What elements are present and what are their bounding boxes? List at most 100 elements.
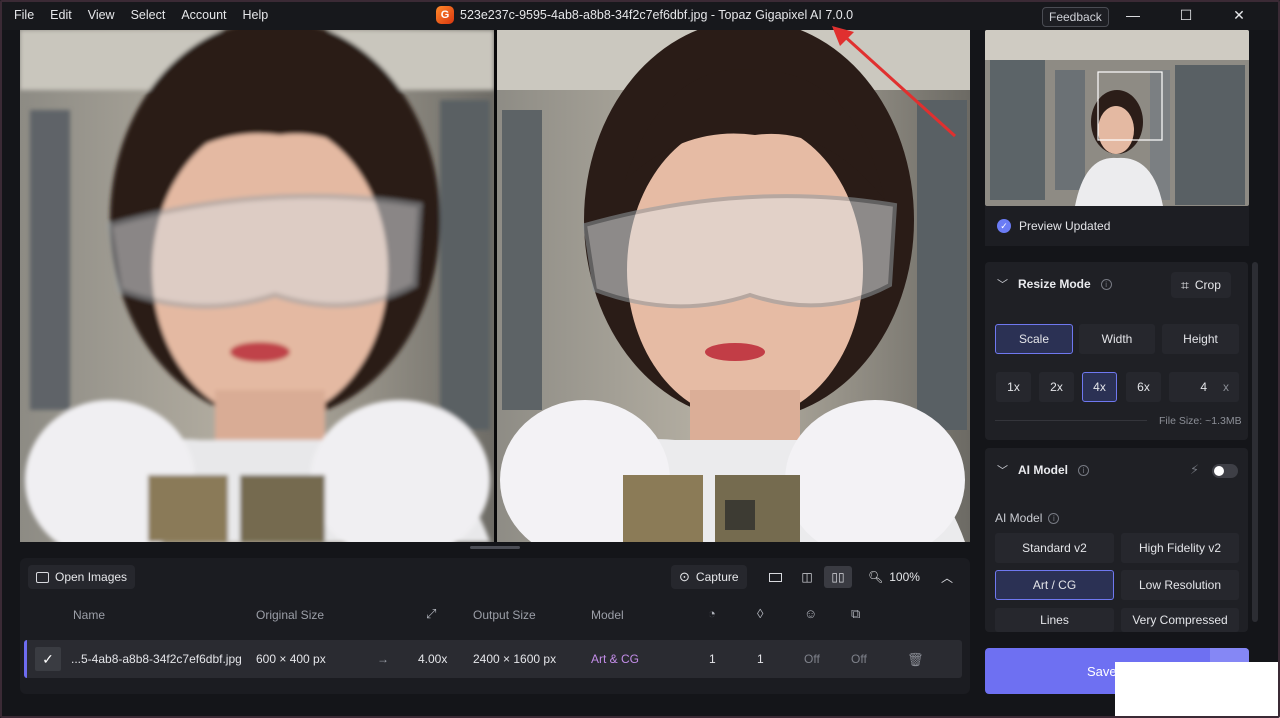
model-low-resolution[interactable]: Low Resolution [1121,570,1239,600]
enhanced-image [497,30,970,542]
resize-mode-title: Resize Mode [1018,277,1091,291]
navigator-image [985,30,1249,206]
maximize-button[interactable]: ☐ [1171,4,1201,26]
toggle-knob [1214,466,1224,476]
camera-icon: ⊙ [679,569,690,584]
output-size-value: 2400 × 1600 px [473,652,557,666]
menu-account[interactable]: Account [173,8,234,22]
info-icon: i [1100,278,1112,290]
side-by-side-toggle[interactable]: ▯▯ [824,566,852,588]
chevron-up-icon: ︿ [940,570,953,585]
close-button[interactable]: ✕ [1224,4,1254,26]
scale-4x[interactable]: 4x [1082,372,1117,402]
custom-scale-unit: x [1223,380,1229,394]
open-images-button[interactable]: Open Images [28,565,136,589]
side-by-side-icon: ▯▯ [831,570,845,584]
original-preview[interactable] [20,30,494,542]
col-header-original-size[interactable]: Original Size [256,608,324,622]
scale-6x[interactable]: 6x [1126,372,1161,402]
zoom-icon: 🔍︎ [868,570,884,584]
window-title: 523e237c-9595-4ab8-a8b8-34f2c7ef6dbf.jpg… [460,8,854,22]
zoom-control[interactable]: 🔍︎ 100% [860,565,928,589]
arrow-right-icon: → [377,652,389,666]
ai-model-subtitle: AI Model [995,511,1043,525]
crop-icon: ⌗ [1181,276,1189,293]
model-value: Art & CG [591,652,640,666]
original-image [20,30,494,542]
trash-icon[interactable]: 🗑︎ [907,652,924,668]
model-very-compressed[interactable]: Very Compressed [1121,608,1239,632]
minimize-button[interactable]: — [1118,4,1148,26]
chevron-down-icon: ﹀ [997,279,1008,291]
zoom-value: 100% [889,570,920,584]
single-view-toggle[interactable] [761,566,789,588]
capture-label: Capture [695,570,739,584]
navigator-thumbnail[interactable] [985,30,1249,206]
col-header-name[interactable]: Name [73,608,105,622]
settings-scrollbar[interactable] [1252,262,1258,622]
file-size-text: File Size: ~1.3MB [1159,415,1242,427]
menu-view[interactable]: View [80,8,123,22]
open-images-label: Open Images [55,570,128,584]
model-lines[interactable]: Lines [995,608,1114,632]
adjustments-icon: ⧉ [851,606,861,621]
denoise-icon: ◔ [708,606,716,621]
crop-button[interactable]: ⌗ Crop [1171,272,1231,298]
title-bar: File Edit View Select Account Help G 523… [0,0,1280,30]
capture-button[interactable]: ⊙ Capture [671,565,747,589]
preview-status: ✓ Preview Updated [985,206,1249,246]
image-add-icon [36,571,49,583]
scale-1x[interactable]: 1x [996,372,1031,402]
custom-scale-value: 4 [1200,380,1207,394]
chevron-down-icon: ﹀ [997,465,1008,477]
ai-model-subheader: AI Model i [995,511,1060,525]
face-recovery-value: Off [804,652,820,666]
original-size-value: 600 × 400 px [256,652,326,666]
save-label: Save [1087,663,1117,679]
model-art-cg[interactable]: Art / CG [995,570,1114,600]
overlay-box [1115,662,1280,718]
ai-model-title: AI Model [1018,463,1068,477]
preview-status-text: Preview Updated [1019,219,1111,233]
sharpen-value: 1 [757,652,764,666]
collapse-panel-button[interactable]: ︿ [933,566,961,588]
menu-help[interactable]: Help [235,8,277,22]
table-row[interactable]: ✓ ...5-4ab8-a8b8-34f2c7ef6dbf.jpg 600 × … [24,640,962,678]
scale-value: 4.00x [418,652,448,666]
info-icon: i [1078,464,1089,476]
model-high-fidelity-v2[interactable]: High Fidelity v2 [1121,533,1239,563]
mode-height[interactable]: Height [1162,324,1239,354]
enhanced-preview[interactable] [497,30,970,542]
menu-file[interactable]: File [6,8,42,22]
split-view-toggle[interactable]: ◫ [793,566,821,588]
window-title-group: G 523e237c-9595-4ab8-a8b8-34f2c7ef6dbf.j… [436,6,853,24]
ai-model-toggle[interactable] [1212,464,1238,478]
lightning-icon: ⚡︎ [1190,462,1200,477]
mode-width[interactable]: Width [1079,324,1155,354]
ai-model-header[interactable]: ﹀ AI Model i [985,448,1248,492]
face-recovery-icon: ☺ [804,606,818,621]
info-icon: i [1048,512,1060,524]
menu-edit[interactable]: Edit [42,8,80,22]
col-header-model[interactable]: Model [591,608,624,622]
menu-select[interactable]: Select [123,8,174,22]
model-standard-v2[interactable]: Standard v2 [995,533,1114,563]
file-size-divider [995,420,1147,421]
denoise-value: 1 [709,652,716,666]
col-header-output-size[interactable]: Output Size [473,608,536,622]
custom-scale-input[interactable]: 4 x [1169,372,1239,402]
file-name: ...5-4ab8-a8b8-34f2c7ef6dbf.jpg [71,652,242,666]
image-viewer[interactable] [20,30,970,542]
mode-scale[interactable]: Scale [995,324,1073,354]
app-logo-icon: G [436,6,454,24]
crop-label: Crop [1194,278,1221,292]
sharpen-drop-icon: ◊ [757,606,764,621]
scale-expand-icon: ⤢ [426,606,437,621]
check-circle-icon: ✓ [997,219,1011,233]
adjustments-value: Off [851,652,867,666]
scale-2x[interactable]: 2x [1039,372,1074,402]
panel-resize-handle[interactable] [470,546,520,549]
split-view-icon: ◫ [801,570,813,584]
check-icon: ✓ [42,650,54,667]
feedback-button[interactable]: Feedback [1042,7,1109,27]
